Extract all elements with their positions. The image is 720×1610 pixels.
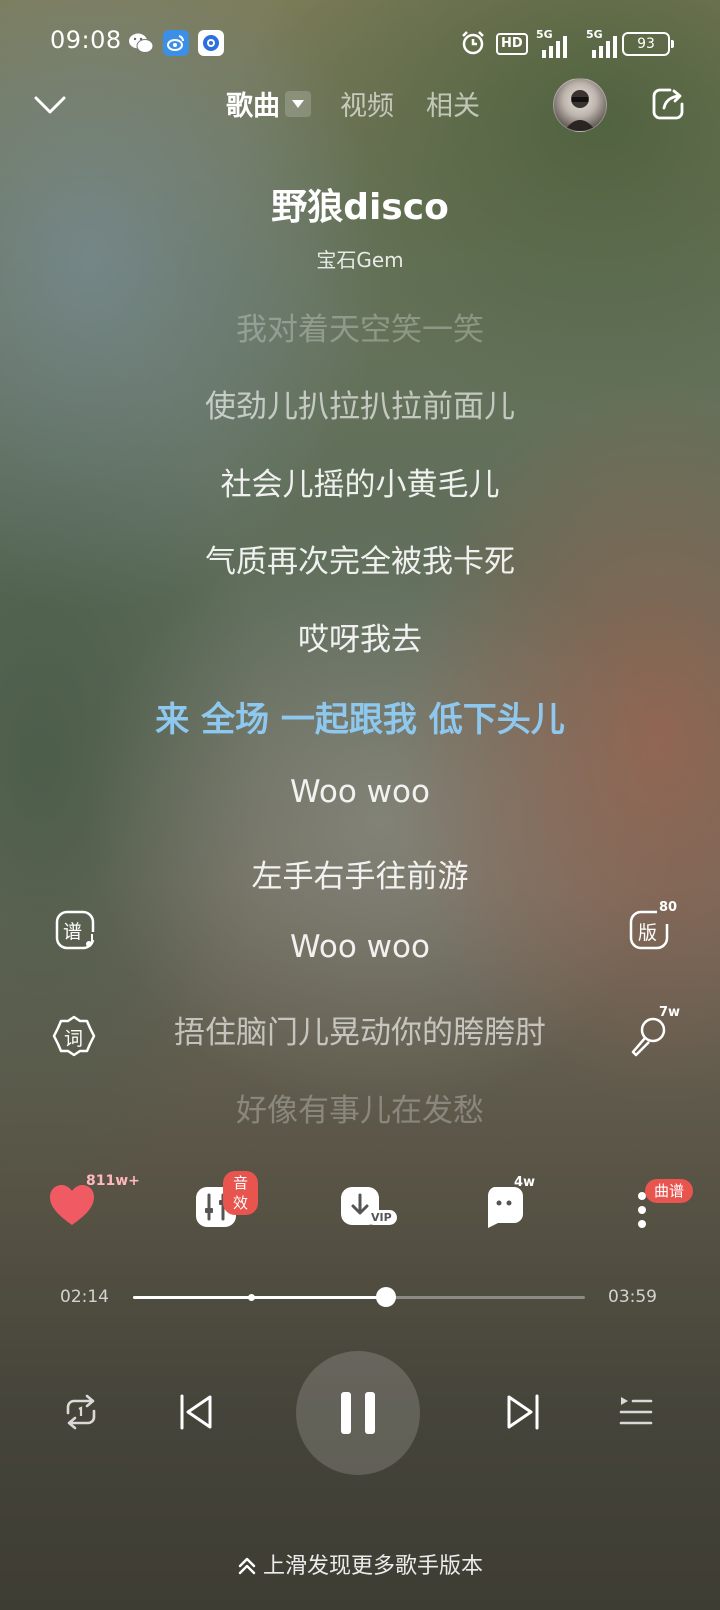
lyric-line[interactable]: 气质再次完全被我卡死 bbox=[0, 536, 720, 581]
signal-5g-icon: 5G bbox=[582, 28, 620, 58]
progress-handle[interactable] bbox=[376, 1287, 397, 1307]
next-icon[interactable] bbox=[503, 1392, 543, 1432]
lyric-line[interactable]: 好像有事儿在发愁 bbox=[0, 1085, 720, 1130]
lyric-line[interactable]: 使劲儿扒拉扒拉前面儿 bbox=[0, 381, 720, 426]
lyrics-settings-button[interactable]: 词 bbox=[52, 1014, 96, 1058]
lyric-line[interactable]: Woo woo bbox=[0, 774, 720, 810]
avatar[interactable] bbox=[553, 78, 607, 132]
double-chevron-up-icon bbox=[238, 1557, 256, 1575]
like-count: 811w+ bbox=[86, 1173, 140, 1189]
app-weibo-icon bbox=[163, 30, 189, 56]
mic-sing-button[interactable]: 7w bbox=[627, 1005, 680, 1058]
hd-icon: HD bbox=[496, 33, 528, 55]
lyric-line[interactable]: 捂住脑门儿晃动你的胯胯肘 bbox=[0, 1007, 720, 1052]
sound-effects-button[interactable]: 音效 bbox=[195, 1171, 259, 1228]
progress-bar[interactable] bbox=[133, 1287, 585, 1307]
tab-related-label: 相关 bbox=[426, 91, 480, 122]
comment-button[interactable]: 4w bbox=[484, 1175, 535, 1228]
score-button[interactable]: 谱 bbox=[53, 908, 97, 952]
battery-indicator: 93 bbox=[622, 32, 674, 56]
sound-effects-badge: 音效 bbox=[223, 1171, 259, 1215]
lyric-line[interactable]: 社会儿摇的小黄毛儿 bbox=[0, 459, 720, 504]
progress-mark bbox=[247, 1294, 255, 1301]
player-header: 歌曲 视频 相关 bbox=[0, 78, 720, 132]
signal-5g-icon: 5G bbox=[532, 28, 570, 58]
tab-dropdown-icon[interactable] bbox=[285, 91, 311, 117]
tab-song-label: 歌曲 bbox=[226, 91, 280, 122]
lyric-line-current[interactable]: 来 全场 一起跟我 低下头儿 bbox=[0, 692, 720, 741]
artist-name[interactable]: 宝石Gem bbox=[0, 244, 720, 273]
progress-fill bbox=[133, 1296, 387, 1299]
lyric-line[interactable]: 我对着天空笑一笑 bbox=[0, 304, 720, 349]
comment-count: 4w bbox=[514, 1175, 536, 1190]
app-browser-icon bbox=[198, 30, 224, 56]
tab-song[interactable]: 歌曲 bbox=[226, 84, 280, 123]
pause-icon bbox=[341, 1392, 375, 1434]
repeat-icon[interactable] bbox=[62, 1393, 100, 1431]
like-button[interactable]: 811w+ bbox=[48, 1173, 140, 1227]
version-count: 80 bbox=[659, 900, 678, 915]
status-bar: 09:08 HD 5G 5G 93 bbox=[0, 26, 720, 62]
tab-video-label: 视频 bbox=[340, 91, 394, 122]
tab-related[interactable]: 相关 bbox=[426, 84, 480, 123]
mic-count: 7w bbox=[659, 1005, 681, 1020]
lyric-line[interactable]: 左手右手往前游 bbox=[0, 851, 720, 896]
wechat-icon bbox=[128, 30, 154, 56]
lyrics-label: 词 bbox=[64, 1028, 84, 1050]
score-label: 谱 bbox=[63, 921, 83, 943]
swipe-up-hint-text: 上滑发现更多歌手版本 bbox=[262, 1554, 483, 1579]
sheet-music-badge[interactable]: 曲谱 bbox=[645, 1179, 694, 1203]
status-time: 09:08 bbox=[50, 26, 122, 54]
tab-video[interactable]: 视频 bbox=[340, 84, 394, 123]
lyric-line[interactable]: 哎呀我去 bbox=[0, 614, 720, 659]
playlist-icon[interactable] bbox=[617, 1394, 655, 1430]
alarm-icon bbox=[460, 30, 486, 56]
version-button[interactable]: 版 80 bbox=[627, 900, 677, 952]
current-time: 02:14 bbox=[60, 1287, 109, 1307]
version-label: 版 bbox=[638, 922, 658, 944]
play-pause-button[interactable] bbox=[296, 1351, 420, 1475]
collapse-chevron-icon[interactable] bbox=[32, 88, 68, 120]
share-icon[interactable] bbox=[650, 86, 686, 122]
swipe-up-hint[interactable]: 上滑发现更多歌手版本 bbox=[0, 1548, 720, 1580]
vip-badge: VIP bbox=[366, 1210, 397, 1225]
download-button[interactable]: VIP bbox=[340, 1186, 397, 1228]
song-title: 野狼disco bbox=[271, 187, 449, 228]
lyric-line[interactable]: Woo woo bbox=[0, 929, 720, 965]
prev-icon[interactable] bbox=[176, 1392, 216, 1432]
total-time: 03:59 bbox=[608, 1287, 657, 1307]
